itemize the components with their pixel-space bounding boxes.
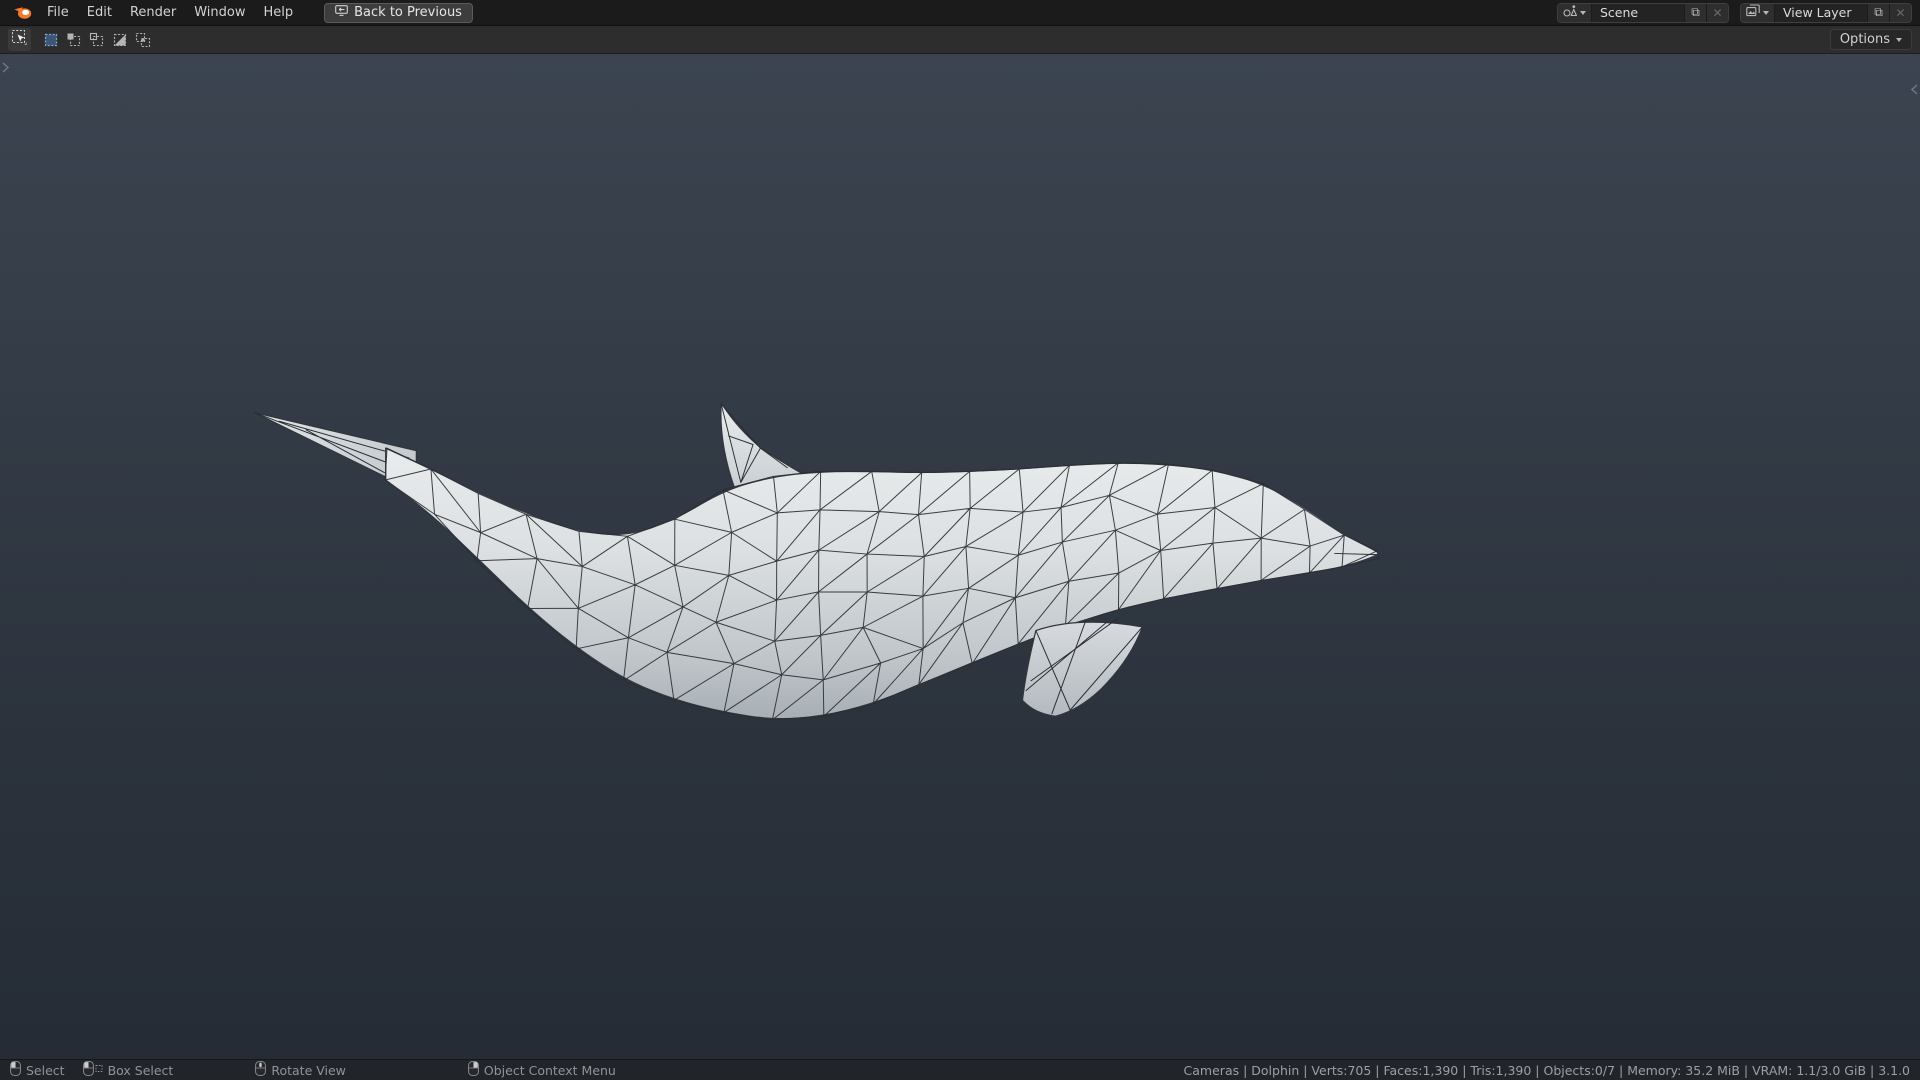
tool-settings-header: Options — [0, 26, 1920, 54]
mouse-middle-icon — [255, 1061, 267, 1079]
hint-rotate-view: Rotate View — [255, 1061, 346, 1079]
back-to-previous-button[interactable]: Back to Previous — [324, 2, 473, 23]
mouse-left-icon — [10, 1061, 21, 1079]
chevron-down-icon — [1763, 10, 1769, 15]
scene-selector: Scene ⧉ ✕ — [1557, 2, 1729, 23]
3d-viewport[interactable] — [0, 54, 1920, 1059]
select-mode-intersect-button[interactable] — [133, 30, 153, 50]
select-mode-set-button[interactable] — [41, 30, 61, 50]
hint-label: Box Select — [107, 1062, 174, 1078]
view-layer-name-field[interactable]: View Layer — [1775, 5, 1867, 20]
hint-select: Select — [10, 1061, 65, 1079]
mouse-left-drag-icon — [82, 1061, 103, 1079]
region-corner-right[interactable] — [1910, 84, 1919, 95]
options-dropdown[interactable]: Options — [1829, 29, 1912, 50]
menu-render[interactable]: Render — [121, 2, 185, 23]
unlink-scene-button[interactable]: ✕ — [1706, 3, 1728, 22]
view-layer-selector: View Layer ⧉ ✕ — [1740, 2, 1912, 23]
menu-window[interactable]: Window — [185, 2, 254, 23]
hint-box-select: Box Select — [82, 1061, 174, 1079]
chevron-down-icon — [1580, 10, 1586, 15]
dolphin-mesh[interactable] — [254, 400, 1380, 721]
hint-object-context-menu: Object Context Menu — [468, 1061, 616, 1079]
chevron-down-icon — [1896, 37, 1902, 42]
active-tool-button[interactable] — [8, 28, 31, 51]
menu-file[interactable]: File — [38, 2, 78, 23]
new-view-layer-button[interactable]: ⧉ — [1867, 3, 1889, 22]
box-select-tool-icon — [11, 29, 28, 50]
hint-label: Select — [26, 1062, 65, 1078]
viewport-canvas[interactable] — [0, 54, 1920, 1059]
menu-help[interactable]: Help — [255, 2, 303, 23]
view-layer-browse-button[interactable] — [1741, 3, 1775, 22]
region-corner-left[interactable] — [1, 62, 10, 73]
hint-label: Rotate View — [271, 1062, 346, 1078]
options-label: Options — [1839, 32, 1890, 47]
blender-logo-icon[interactable] — [8, 3, 38, 22]
remove-view-layer-button[interactable]: ✕ — [1889, 3, 1911, 22]
new-scene-button[interactable]: ⧉ — [1684, 3, 1706, 22]
back-to-previous-icon — [335, 4, 348, 20]
scene-datablock-icon — [1563, 4, 1578, 21]
select-mode-group — [41, 30, 153, 50]
dolphin-body[interactable] — [385, 447, 1379, 720]
view-layer-icon — [1746, 4, 1760, 21]
scene-name-field[interactable]: Scene — [1592, 5, 1684, 20]
scene-browse-button[interactable] — [1558, 3, 1592, 22]
menu-edit[interactable]: Edit — [78, 2, 121, 23]
hint-label: Object Context Menu — [483, 1062, 616, 1078]
select-mode-invert-button[interactable] — [110, 30, 130, 50]
mouse-right-icon — [468, 1061, 479, 1079]
scene-statistics: Cameras | Dolphin | Verts:705 | Faces:1,… — [1183, 1062, 1910, 1078]
pectoral-fin[interactable] — [1021, 621, 1144, 717]
statusbar: Select Box Select Rotate View Object Con… — [0, 1059, 1920, 1080]
topbar: File Edit Render Window Help Back to Pre… — [0, 0, 1920, 26]
back-to-previous-label: Back to Previous — [354, 4, 462, 20]
select-mode-subtract-button[interactable] — [87, 30, 107, 50]
select-mode-extend-button[interactable] — [64, 30, 84, 50]
